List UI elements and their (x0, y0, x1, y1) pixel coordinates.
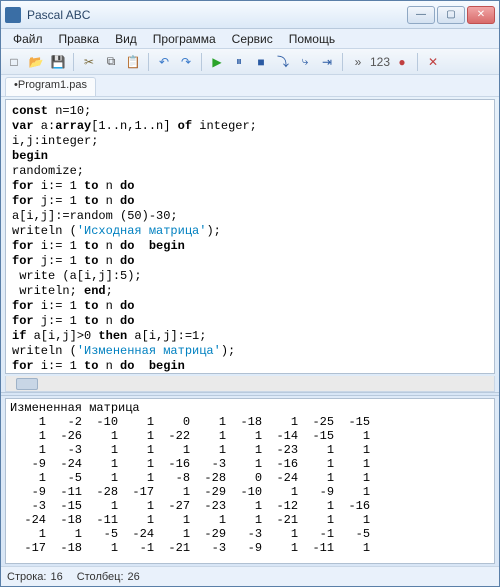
code-line[interactable]: var a:array[1..n,1..n] of integer; (12, 119, 488, 134)
open-file-icon[interactable]: 📂 (26, 52, 46, 72)
code-line[interactable]: for i:= 1 to n do (12, 179, 488, 194)
code-line[interactable]: for i:= 1 to n do begin (12, 359, 488, 374)
find-icon[interactable]: » (348, 52, 368, 72)
run-icon[interactable]: ▶ (207, 52, 227, 72)
tab-program1[interactable]: •Program1.pas (5, 77, 96, 96)
app-icon (5, 7, 21, 23)
status-col-value: 26 (128, 571, 140, 583)
code-line[interactable]: const n=10; (12, 104, 488, 119)
toolbar-separator (342, 53, 343, 71)
cut-icon[interactable]: ✂ (79, 52, 99, 72)
code-line[interactable]: write (a[i,j]:5); (12, 269, 488, 284)
menu-программа[interactable]: Программа (145, 30, 224, 48)
code-line[interactable]: for j:= 1 to n do (12, 314, 488, 329)
step-into-icon[interactable]: ⤷ (295, 52, 315, 72)
code-editor[interactable]: const n=10;var a:array[1..n,1..n] of int… (5, 99, 495, 374)
code-line[interactable]: for j:= 1 to n do (12, 254, 488, 269)
code-line[interactable]: writeln ('Исходная матрица'); (12, 224, 488, 239)
splitter[interactable] (1, 392, 499, 396)
output-row: 1 -5 1 1 -8 -28 0 -24 1 1 (10, 471, 490, 485)
menu-вид[interactable]: Вид (107, 30, 145, 48)
window-title: Pascal ABC (27, 8, 407, 22)
paste-icon[interactable]: 📋 (123, 52, 143, 72)
status-line-label: Строка: (7, 571, 46, 583)
app-window: Pascal ABC — ▢ ✕ ФайлПравкаВидПрограммаС… (0, 0, 500, 587)
save-file-icon[interactable]: 💾 (48, 52, 68, 72)
output-row: 1 -2 -10 1 0 1 -18 1 -25 -15 (10, 415, 490, 429)
output-header: Измененная матрица (10, 401, 490, 415)
code-line[interactable]: a[i,j]:=random (50)-30; (12, 209, 488, 224)
goto-icon[interactable]: 123 (370, 52, 390, 72)
output-panel[interactable]: Измененная матрица 1 -2 -10 1 0 1 -18 1 … (5, 398, 495, 564)
tabbar: •Program1.pas (1, 75, 499, 97)
code-line[interactable]: if a[i,j]>0 then a[i,j]:=1; (12, 329, 488, 344)
pause-icon[interactable]: ⏸ (229, 52, 249, 72)
status-column: Столбец: 26 (77, 571, 140, 583)
output-row: -17 -18 1 -1 -21 -3 -9 1 -11 1 (10, 541, 490, 555)
code-line[interactable]: i,j:integer; (12, 134, 488, 149)
toolbar-separator (148, 53, 149, 71)
output-row: 1 1 -5 -24 1 -29 -3 1 -1 -5 (10, 527, 490, 541)
statusbar: Строка: 16 Столбец: 26 (1, 566, 499, 586)
minimize-button[interactable]: — (407, 6, 435, 24)
output-row: 1 -26 1 1 -22 1 1 -14 -15 1 (10, 429, 490, 443)
menu-правка[interactable]: Правка (51, 30, 108, 48)
window-buttons: — ▢ ✕ (407, 6, 495, 24)
maximize-button[interactable]: ▢ (437, 6, 465, 24)
output-row: -9 -24 1 1 -16 -3 1 -16 1 1 (10, 457, 490, 471)
menubar: ФайлПравкаВидПрограммаСервисПомощь (1, 29, 499, 49)
menu-сервис[interactable]: Сервис (224, 30, 281, 48)
stop-icon[interactable]: ■ (251, 52, 271, 72)
output-row: -3 -15 1 1 -27 -23 1 -12 1 -16 (10, 499, 490, 513)
output-row: -9 -11 -28 -17 1 -29 -10 1 -9 1 (10, 485, 490, 499)
menu-помощь[interactable]: Помощь (281, 30, 343, 48)
step-over-icon[interactable]: ⤵ (273, 52, 293, 72)
output-row: 1 -3 1 1 1 1 1 -23 1 1 (10, 443, 490, 457)
undo-icon[interactable]: ↶ (154, 52, 174, 72)
copy-icon[interactable]: ⧉ (101, 52, 121, 72)
close-button[interactable]: ✕ (467, 6, 495, 24)
titlebar: Pascal ABC — ▢ ✕ (1, 1, 499, 29)
breakpoint-icon[interactable]: ● (392, 52, 412, 72)
code-line[interactable]: writeln; end; (12, 284, 488, 299)
new-file-icon[interactable]: □ (4, 52, 24, 72)
status-line: Строка: 16 (7, 571, 63, 583)
horizontal-scrollbar[interactable] (5, 376, 495, 392)
status-line-value: 16 (50, 571, 62, 583)
output-row: -24 -18 -11 1 1 1 1 -21 1 1 (10, 513, 490, 527)
close-panel-icon[interactable]: ✕ (423, 52, 443, 72)
code-line[interactable]: for i:= 1 to n do begin (12, 239, 488, 254)
toolbar-separator (417, 53, 418, 71)
toolbar: □📂💾 ✂⧉📋 ↶↷ ▶⏸■⤵⤷⇥ »123● ✕ (1, 49, 499, 75)
redo-icon[interactable]: ↷ (176, 52, 196, 72)
toolbar-separator (201, 53, 202, 71)
scrollbar-thumb[interactable] (16, 378, 38, 390)
code-line[interactable]: randomize; (12, 164, 488, 179)
status-col-label: Столбец: (77, 571, 124, 583)
code-line[interactable]: begin (12, 149, 488, 164)
code-line[interactable]: for j:= 1 to n do (12, 194, 488, 209)
toolbar-separator (73, 53, 74, 71)
trace-icon[interactable]: ⇥ (317, 52, 337, 72)
code-line[interactable]: for i:= 1 to n do (12, 299, 488, 314)
menu-файл[interactable]: Файл (5, 30, 51, 48)
code-line[interactable]: writeln ('Измененная матрица'); (12, 344, 488, 359)
